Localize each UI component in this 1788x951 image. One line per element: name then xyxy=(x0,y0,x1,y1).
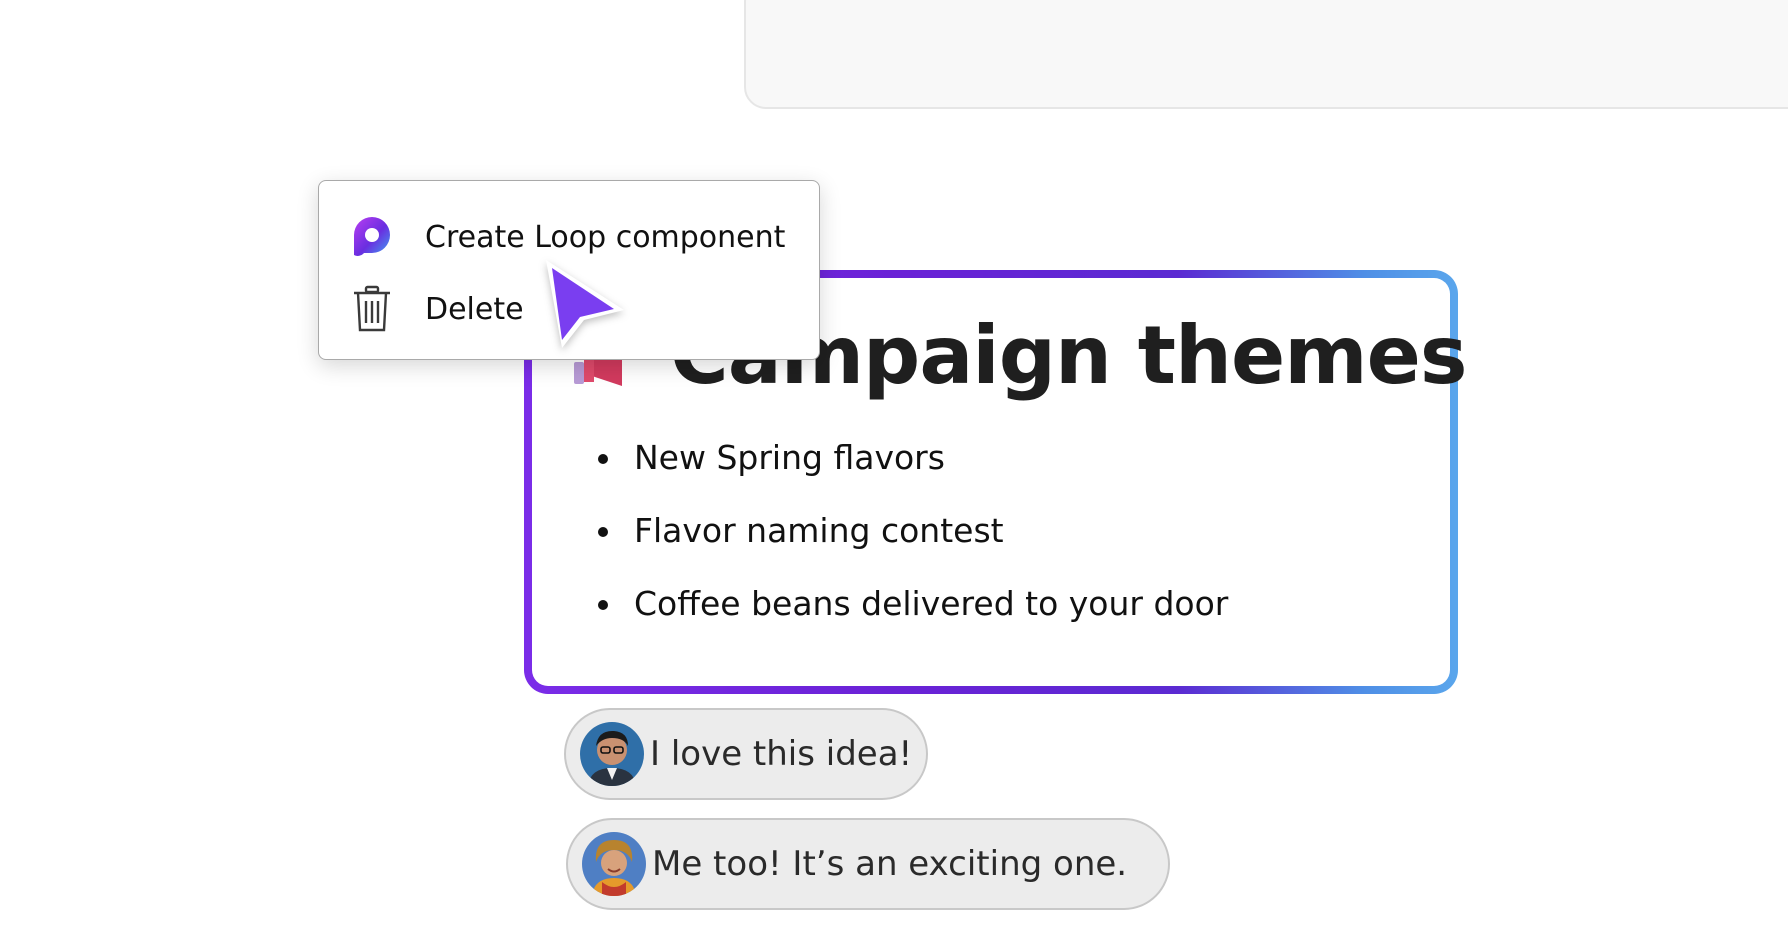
avatar xyxy=(582,832,646,896)
delete-label: Delete xyxy=(425,291,524,327)
bullet-dot xyxy=(598,600,608,610)
comment-bubble[interactable]: Me too! It’s an exciting one. xyxy=(566,818,1170,910)
create-loop-component-menu-item[interactable]: Create Loop component xyxy=(349,207,785,267)
context-menu: Create Loop component Delete xyxy=(318,180,820,360)
list-item: New Spring flavors xyxy=(592,438,1228,511)
list-item-text: Flavor naming contest xyxy=(634,511,1004,550)
trash-icon xyxy=(349,284,395,334)
delete-menu-item[interactable]: Delete xyxy=(349,279,524,339)
bullet-dot xyxy=(598,454,608,464)
comment-bubble[interactable]: I love this idea! xyxy=(564,708,928,800)
bullet-dot xyxy=(598,527,608,537)
canvas: Campaign themes New Spring flavors Flavo… xyxy=(0,0,1788,951)
loop-icon xyxy=(349,212,395,262)
comment-text: Me too! It’s an exciting one. xyxy=(652,844,1128,884)
create-loop-component-label: Create Loop component xyxy=(425,219,786,255)
top-panel xyxy=(744,0,1788,109)
avatar xyxy=(580,722,644,786)
card-bullet-list: New Spring flavors Flavor naming contest… xyxy=(592,438,1228,657)
list-item-text: Coffee beans delivered to your door xyxy=(634,584,1229,623)
list-item-text: New Spring flavors xyxy=(634,438,945,477)
list-item: Coffee beans delivered to your door xyxy=(592,584,1228,657)
list-item: Flavor naming contest xyxy=(592,511,1228,584)
comment-text: I love this idea! xyxy=(650,734,913,774)
